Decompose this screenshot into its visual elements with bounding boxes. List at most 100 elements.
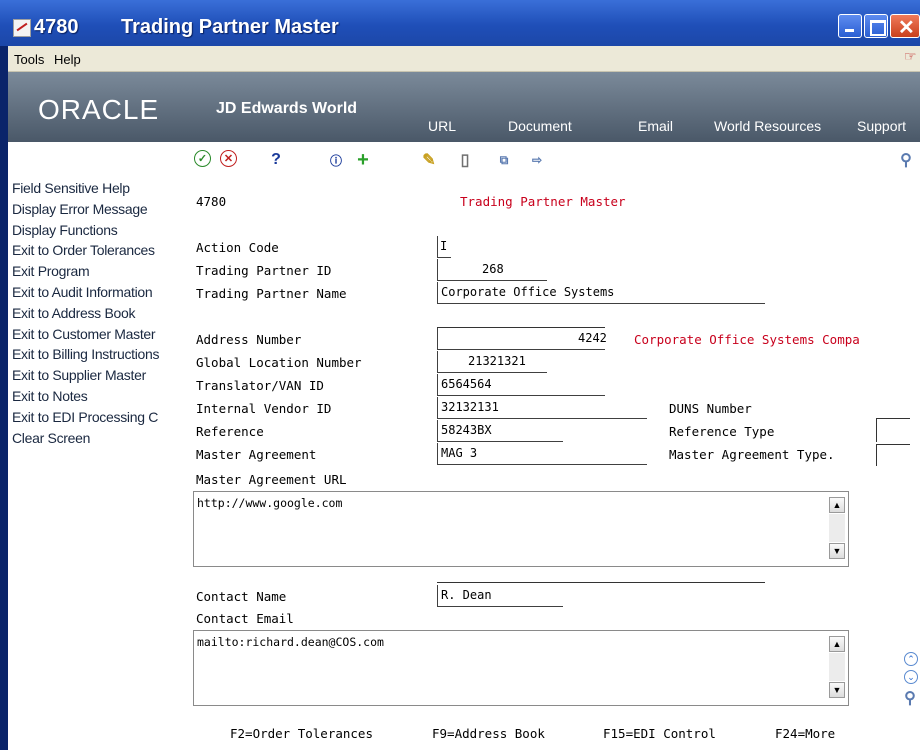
exit-customer-master[interactable]: Exit to Customer Master — [12, 324, 184, 345]
contact-name-label: Contact Name — [196, 589, 287, 604]
internal-vendor-id-field[interactable]: 32132131 — [437, 397, 647, 419]
close-icon: ✕ — [898, 17, 915, 39]
fkey-more[interactable]: F24=More — [775, 726, 835, 741]
reference-label: Reference — [196, 424, 264, 439]
master-agreement-url-textarea[interactable]: http://www.google.com ▲ ▼ — [193, 491, 849, 567]
action-code-value: I — [440, 239, 448, 253]
master-agreement-label: Master Agreement — [196, 447, 317, 462]
action-code-field[interactable]: I — [437, 236, 451, 258]
trading-partner-id-label: Trading Partner ID — [196, 263, 332, 278]
nav-support[interactable]: Support — [857, 118, 906, 134]
reference-field[interactable]: 58243BX — [437, 420, 563, 442]
master-agreement-type-label: Master Agreement Type. — [669, 447, 835, 462]
search-magnifier-icon[interactable]: ⚲ — [902, 688, 918, 708]
exit-supplier-master[interactable]: Exit to Supplier Master — [12, 365, 184, 386]
scrollbar-track[interactable] — [829, 514, 845, 542]
scroll-up-icon[interactable]: ▲ — [829, 497, 845, 513]
hand-cursor-icon: ☞ — [904, 48, 917, 64]
translator-van-id-label: Translator/VAN ID — [196, 378, 324, 393]
scroll-down-icon[interactable]: ▼ — [829, 682, 845, 698]
fkey-address-book[interactable]: F9=Address Book — [432, 726, 545, 741]
contact-name-top-rule — [437, 582, 765, 583]
translator-van-id-value: 6564564 — [441, 377, 492, 391]
fkey-order-tolerances[interactable]: F2=Order Tolerances — [230, 726, 373, 741]
copy-icon[interactable]: ⧉ — [494, 150, 514, 170]
page-up-icon[interactable]: ⌃ — [904, 652, 918, 666]
menu-tools[interactable]: Tools — [14, 52, 44, 67]
master-agreement-type-field[interactable] — [876, 444, 910, 466]
global-location-number-value: 21321321 — [468, 354, 526, 368]
global-location-number-field[interactable]: 21321321 — [437, 351, 547, 373]
app-icon — [13, 19, 31, 37]
reference-type-label: Reference Type — [669, 424, 775, 439]
window-title: Trading Partner Master — [121, 16, 339, 38]
internal-vendor-id-label: Internal Vendor ID — [196, 401, 332, 416]
window-program-number: 4780 — [34, 16, 79, 38]
trading-partner-name-field[interactable]: Corporate Office Systems — [437, 282, 765, 304]
maximize-button[interactable] — [864, 14, 888, 38]
exit-clear-screen[interactable]: Clear Screen — [12, 428, 184, 449]
exit-audit-information[interactable]: Exit to Audit Information — [12, 282, 184, 303]
internal-vendor-id-value: 32132131 — [441, 400, 499, 414]
change-pencil-icon[interactable]: ✎ — [419, 150, 439, 170]
add-plus-icon[interactable]: + — [353, 149, 373, 171]
ok-check-icon[interactable]: ✓ — [194, 150, 211, 167]
menu-bar: Tools Help ☞ — [8, 46, 920, 72]
form-heading: Trading Partner Master — [460, 194, 626, 209]
trading-partner-name-label: Trading Partner Name — [196, 286, 347, 301]
address-number-value: 4242 — [578, 331, 607, 345]
address-number-description: Corporate Office Systems Compa — [634, 332, 860, 347]
address-number-label: Address Number — [196, 332, 302, 347]
exit-billing-instructions[interactable]: Exit to Billing Instructions — [12, 344, 184, 365]
nav-document[interactable]: Document — [508, 118, 572, 134]
help-question-icon[interactable]: ? — [266, 150, 286, 170]
action-code-label: Action Code — [196, 240, 279, 255]
contact-email-value: mailto:richard.dean@COS.com — [197, 635, 384, 649]
exit-display-error-message[interactable]: Display Error Message — [12, 199, 184, 220]
contact-name-field[interactable]: R. Dean — [437, 585, 563, 607]
trading-partner-id-value: 268 — [482, 262, 504, 276]
contact-name-value: R. Dean — [441, 588, 492, 602]
scrollbar-track[interactable] — [829, 653, 845, 681]
master-agreement-url-label: Master Agreement URL — [196, 472, 347, 487]
exit-order-tolerances[interactable]: Exit to Order Tolerances — [12, 240, 184, 261]
oracle-logo: ORACLE — [38, 94, 160, 125]
exit-notes[interactable]: Exit to Notes — [12, 386, 184, 407]
exit-program[interactable]: Exit Program — [12, 261, 184, 282]
menu-help[interactable]: Help — [54, 52, 81, 67]
exit-address-book[interactable]: Exit to Address Book — [12, 303, 184, 324]
scroll-down-icon[interactable]: ▼ — [829, 543, 845, 559]
duns-number-label: DUNS Number — [669, 401, 752, 416]
contact-email-label: Contact Email — [196, 611, 294, 626]
address-number-field[interactable]: 4242 — [437, 328, 607, 350]
global-location-number-label: Global Location Number — [196, 355, 362, 370]
minimize-button[interactable] — [838, 14, 862, 38]
delete-trash-icon[interactable]: ▯ — [455, 150, 475, 170]
translator-van-id-field[interactable]: 6564564 — [437, 374, 605, 396]
scroll-up-icon[interactable]: ▲ — [829, 636, 845, 652]
nav-url[interactable]: URL — [428, 118, 456, 134]
exit-edi-processing[interactable]: Exit to EDI Processing C — [12, 407, 184, 428]
nav-email[interactable]: Email — [638, 118, 673, 134]
title-bar: 4780 Trading Partner Master ✕ — [0, 0, 920, 46]
info-icon[interactable]: ⓘ — [326, 150, 346, 170]
reference-value: 58243BX — [441, 423, 492, 437]
export-icon[interactable]: ⇨ — [527, 150, 547, 170]
exit-field-sensitive-help[interactable]: Field Sensitive Help — [12, 178, 184, 199]
trading-partner-name-value: Corporate Office Systems — [441, 285, 615, 299]
exit-menu: Field Sensitive Help Display Error Messa… — [12, 178, 184, 448]
trading-partner-id-field[interactable]: 268 — [437, 259, 547, 281]
master-agreement-url-value: http://www.google.com — [197, 496, 343, 510]
program-id: 4780 — [196, 194, 227, 209]
jd-edwards-world-logo: JD Edwards World — [216, 100, 358, 117]
master-agreement-field[interactable]: MAG 3 — [437, 443, 647, 465]
fkey-edi-control[interactable]: F15=EDI Control — [603, 726, 716, 741]
nav-world-resources[interactable]: World Resources — [714, 118, 821, 134]
search-magnifier-icon[interactable]: ⚲ — [896, 150, 916, 170]
cancel-x-icon[interactable]: ✕ — [220, 150, 237, 167]
contact-email-textarea[interactable]: mailto:richard.dean@COS.com ▲ ▼ — [193, 630, 849, 706]
reference-type-field[interactable] — [876, 418, 910, 442]
close-button[interactable]: ✕ — [890, 14, 920, 39]
page-down-icon[interactable]: ⌄ — [904, 670, 918, 684]
exit-display-functions[interactable]: Display Functions — [12, 220, 184, 241]
